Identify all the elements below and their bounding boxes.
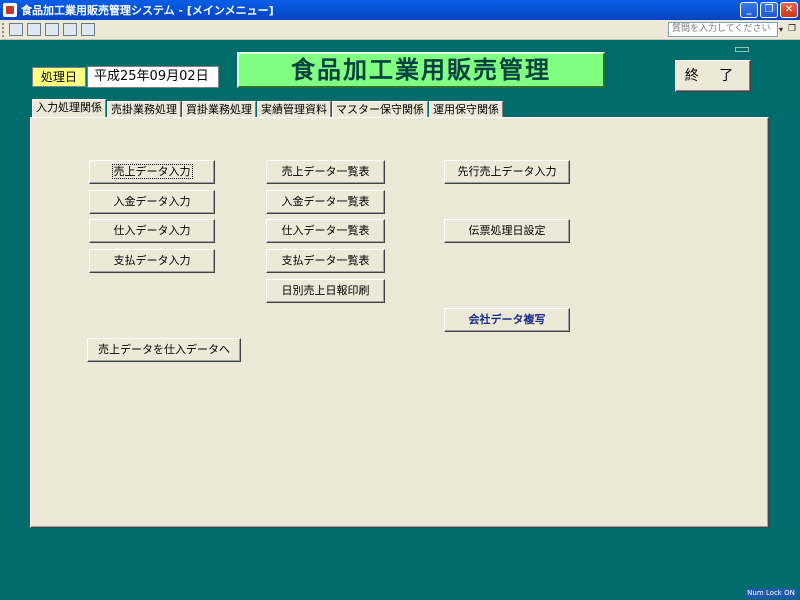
properties-icon[interactable] — [81, 23, 95, 36]
tab-bar: 入力処理関係 売掛業務処理 買掛業務処理 実績管理資料 マスター保守関係 運用保… — [32, 99, 504, 118]
document-restore-icon[interactable]: ❐ — [788, 24, 798, 34]
toolbar-grip-icon[interactable] — [2, 22, 5, 37]
slip-date-setting-button[interactable]: 伝票処理日設定 — [444, 219, 570, 243]
purchase-entry-button[interactable]: 仕入データ入力 — [89, 219, 215, 243]
layout-view-icon[interactable] — [27, 23, 41, 36]
tab-payables[interactable]: 買掛業務処理 — [182, 101, 256, 118]
daily-sales-print-button[interactable]: 日別売上日報印刷 — [266, 279, 385, 303]
processing-date-value: 平成25年09月02日 — [87, 66, 219, 88]
payment-list-button[interactable]: 支払データ一覧表 — [266, 249, 385, 273]
payment-entry-button[interactable]: 支払データ入力 — [89, 249, 215, 273]
receipt-entry-button[interactable]: 入金データ入力 — [89, 190, 215, 214]
tab-receivables[interactable]: 売掛業務処理 — [107, 101, 181, 118]
print-preview-icon[interactable] — [63, 23, 77, 36]
tab-input-processing[interactable]: 入力処理関係 — [32, 99, 106, 118]
receipt-list-button[interactable]: 入金データ一覧表 — [266, 190, 385, 214]
tab-operations-maintenance[interactable]: 運用保守関係 — [429, 101, 503, 118]
purchase-list-button[interactable]: 仕入データ一覧表 — [266, 219, 385, 243]
print-icon[interactable] — [45, 23, 59, 36]
tab-master-maintenance[interactable]: マスター保守関係 — [332, 101, 428, 118]
processing-date-label: 処理日 — [32, 67, 86, 87]
sales-to-purchase-button[interactable]: 売上データを仕入データへ — [87, 338, 241, 362]
main-title: 食品加工業用販売管理 — [237, 52, 605, 88]
sales-entry-label: 売上データ入力 — [111, 164, 193, 179]
close-button[interactable]: ✕ — [780, 2, 798, 18]
sales-entry-button[interactable]: 売上データ入力 — [89, 160, 215, 184]
decorative-marker — [735, 47, 749, 52]
help-question-input[interactable]: 質問を入力してください — [668, 22, 778, 37]
help-dropdown-icon[interactable]: ▾ — [776, 22, 786, 37]
window-title: 食品加工業用販売管理システム - [メインメニュー] — [21, 4, 274, 17]
restore-button[interactable]: ❐ — [760, 2, 778, 18]
sales-list-button[interactable]: 売上データ一覧表 — [266, 160, 385, 184]
tab-performance-reports[interactable]: 実績管理資料 — [257, 101, 331, 118]
app-icon — [3, 3, 17, 17]
numlock-indicator: Num Lock ON — [745, 588, 797, 599]
exit-button[interactable]: 終 了 — [675, 60, 751, 92]
advance-sales-entry-button[interactable]: 先行売上データ入力 — [444, 160, 570, 184]
title-bar: 食品加工業用販売管理システム - [メインメニュー] _ ❐ ✕ — [0, 0, 800, 20]
form-view-icon[interactable] — [9, 23, 23, 36]
minimize-button[interactable]: _ — [740, 2, 758, 18]
company-data-copy-button[interactable]: 会社データ複写 — [444, 308, 570, 332]
toolbar: 質問を入力してください ▾ ❐ — [0, 20, 800, 40]
